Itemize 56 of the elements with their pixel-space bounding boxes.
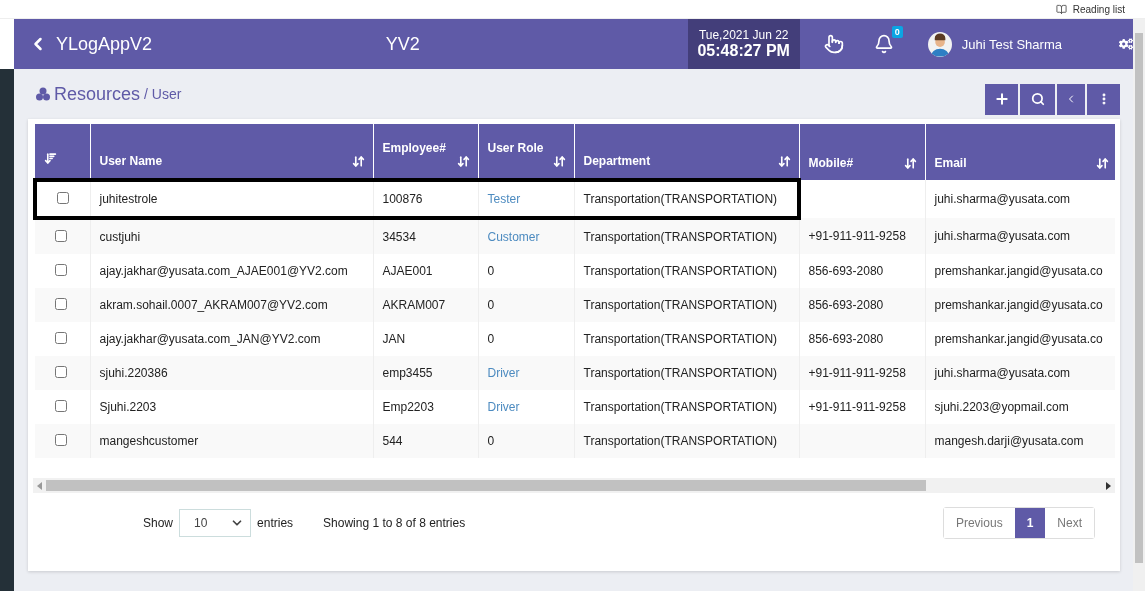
reading-list-label[interactable]: Reading list <box>1072 3 1125 15</box>
table-cell: 544 <box>373 424 478 458</box>
search-button[interactable] <box>1020 83 1055 115</box>
table-cell: 0 <box>478 424 574 458</box>
back-button[interactable]: YLogAppV2 <box>14 33 386 55</box>
row-checkbox[interactable] <box>57 191 69 204</box>
horizontal-scrollbar[interactable] <box>33 478 1115 493</box>
show-label: Show <box>143 516 174 530</box>
notification-count: 0 <box>891 26 903 38</box>
row-checkbox[interactable] <box>55 399 67 412</box>
entries-info: Showing 1 to 8 of 8 entries <box>323 516 466 530</box>
search-icon <box>1030 92 1045 106</box>
pagination-button[interactable]: 1 <box>1014 508 1046 538</box>
page-size-select[interactable]: 10 <box>179 509 252 537</box>
time-text: 05:48:27 PM <box>697 42 790 60</box>
sort-icon <box>44 152 57 165</box>
cubes-icon <box>36 87 50 101</box>
column-header[interactable]: Department <box>574 124 799 180</box>
pointer-icon[interactable] <box>823 34 844 54</box>
row-checkbox[interactable] <box>55 331 67 344</box>
sort-icon <box>777 155 791 168</box>
sort-icon <box>1095 157 1109 170</box>
vertical-scrollbar[interactable] <box>1133 19 1145 591</box>
table-cell: Transportation(TRANSPORTATION) <box>574 424 799 458</box>
plus-icon <box>993 91 1010 107</box>
column-header[interactable]: Mobile# <box>799 124 925 180</box>
center-title: YV2 <box>385 33 421 55</box>
sort-icon <box>903 157 917 170</box>
row-checkbox[interactable] <box>55 433 67 446</box>
column-header[interactable]: Employee# <box>373 124 478 180</box>
sort-icon <box>351 155 365 168</box>
row-checkbox[interactable] <box>55 263 67 276</box>
table-cell: mangeshcustomer <box>90 424 373 458</box>
table-cell: Transportation(TRANSPORTATION) <box>574 180 799 218</box>
breadcrumb-page: / User <box>144 86 182 102</box>
collapse-button[interactable] <box>1057 83 1085 115</box>
date-text: Tue,2021 Jun 22 <box>698 28 789 42</box>
entries-label: entries <box>257 516 294 530</box>
user-name[interactable]: Juhi Test Sharma <box>961 36 1119 52</box>
sort-icon <box>456 155 470 168</box>
row-checkbox[interactable] <box>55 365 67 378</box>
add-button[interactable] <box>985 83 1018 115</box>
column-header[interactable]: User Role <box>478 124 574 180</box>
column-header[interactable] <box>35 124 90 180</box>
more-button[interactable] <box>1087 83 1120 115</box>
bell-icon[interactable] <box>873 34 894 54</box>
table-cell: mangesh.darji@yusata.com <box>925 424 1115 458</box>
column-header[interactable]: Email <box>925 124 1115 180</box>
sort-icon <box>552 155 566 168</box>
avatar-icon <box>927 31 952 57</box>
column-header[interactable]: User Name <box>90 124 373 180</box>
row-checkbox[interactable] <box>55 229 67 242</box>
settings-icon[interactable] <box>1119 37 1133 51</box>
row-checkbox[interactable] <box>55 297 67 310</box>
breadcrumb-section[interactable]: Resources <box>54 83 141 105</box>
reading-list-icon <box>1055 3 1067 15</box>
